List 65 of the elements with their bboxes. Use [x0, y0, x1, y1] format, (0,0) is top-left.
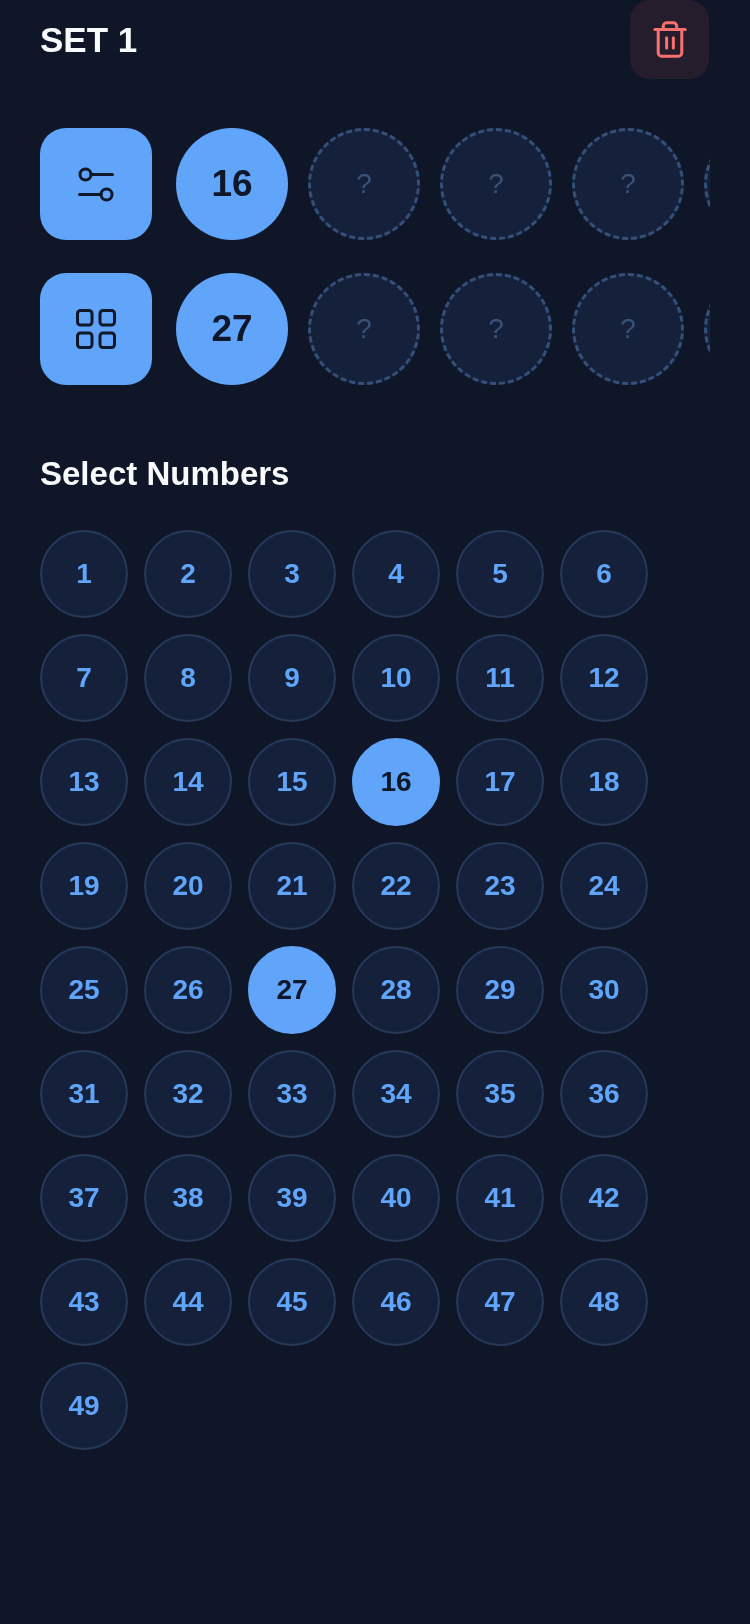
- number-button[interactable]: 38: [144, 1154, 232, 1242]
- empty-slot: ?: [572, 273, 684, 385]
- number-button[interactable]: 3: [248, 530, 336, 618]
- number-button[interactable]: 18: [560, 738, 648, 826]
- number-button[interactable]: 17: [456, 738, 544, 826]
- number-button[interactable]: 46: [352, 1258, 440, 1346]
- number-button[interactable]: 39: [248, 1154, 336, 1242]
- number-button[interactable]: 31: [40, 1050, 128, 1138]
- empty-slot: ?: [308, 273, 420, 385]
- number-button[interactable]: 48: [560, 1258, 648, 1346]
- number-button[interactable]: 33: [248, 1050, 336, 1138]
- number-button[interactable]: 15: [248, 738, 336, 826]
- number-button[interactable]: 30: [560, 946, 648, 1034]
- delete-button[interactable]: [630, 0, 709, 79]
- section-title: Select Numbers: [40, 455, 290, 493]
- number-button[interactable]: 24: [560, 842, 648, 930]
- number-button[interactable]: 36: [560, 1050, 648, 1138]
- number-button[interactable]: 47: [456, 1258, 544, 1346]
- number-button[interactable]: 9: [248, 634, 336, 722]
- empty-slot: ?: [440, 273, 552, 385]
- number-button[interactable]: 34: [352, 1050, 440, 1138]
- number-button[interactable]: 25: [40, 946, 128, 1034]
- number-button[interactable]: 12: [560, 634, 648, 722]
- number-button[interactable]: 16: [352, 738, 440, 826]
- number-button[interactable]: 8: [144, 634, 232, 722]
- sliders-button[interactable]: [40, 128, 152, 240]
- number-ball: 27: [176, 273, 288, 385]
- empty-slot: ?: [440, 128, 552, 240]
- grid-button[interactable]: [40, 273, 152, 385]
- number-button[interactable]: 6: [560, 530, 648, 618]
- number-button[interactable]: 45: [248, 1258, 336, 1346]
- set-title: SET 1: [40, 19, 138, 60]
- number-button[interactable]: 13: [40, 738, 128, 826]
- number-button[interactable]: 2: [144, 530, 232, 618]
- number-button[interactable]: 5: [456, 530, 544, 618]
- empty-slot: ?: [308, 128, 420, 240]
- number-button[interactable]: 29: [456, 946, 544, 1034]
- number-button[interactable]: 27: [248, 946, 336, 1034]
- grid-icon: [76, 309, 116, 349]
- number-button[interactable]: 43: [40, 1258, 128, 1346]
- number-button[interactable]: 42: [560, 1154, 648, 1242]
- number-button[interactable]: 35: [456, 1050, 544, 1138]
- number-button[interactable]: 21: [248, 842, 336, 930]
- trash-icon: [652, 21, 687, 58]
- number-button[interactable]: 28: [352, 946, 440, 1034]
- number-button[interactable]: 20: [144, 842, 232, 930]
- sliders-icon: [78, 166, 114, 202]
- number-button[interactable]: 23: [456, 842, 544, 930]
- number-button[interactable]: 1: [40, 530, 128, 618]
- number-button[interactable]: 14: [144, 738, 232, 826]
- number-button[interactable]: 32: [144, 1050, 232, 1138]
- number-button[interactable]: 44: [144, 1258, 232, 1346]
- number-ball: 16: [176, 128, 288, 240]
- number-button[interactable]: 10: [352, 634, 440, 722]
- number-button[interactable]: 22: [352, 842, 440, 930]
- number-button[interactable]: 49: [40, 1362, 128, 1450]
- number-button[interactable]: 7: [40, 634, 128, 722]
- number-button[interactable]: 26: [144, 946, 232, 1034]
- number-button[interactable]: 37: [40, 1154, 128, 1242]
- number-button[interactable]: 4: [352, 530, 440, 618]
- number-button[interactable]: 19: [40, 842, 128, 930]
- number-button[interactable]: 11: [456, 634, 544, 722]
- number-button[interactable]: 40: [352, 1154, 440, 1242]
- number-button[interactable]: 41: [456, 1154, 544, 1242]
- empty-slot: ?: [572, 128, 684, 240]
